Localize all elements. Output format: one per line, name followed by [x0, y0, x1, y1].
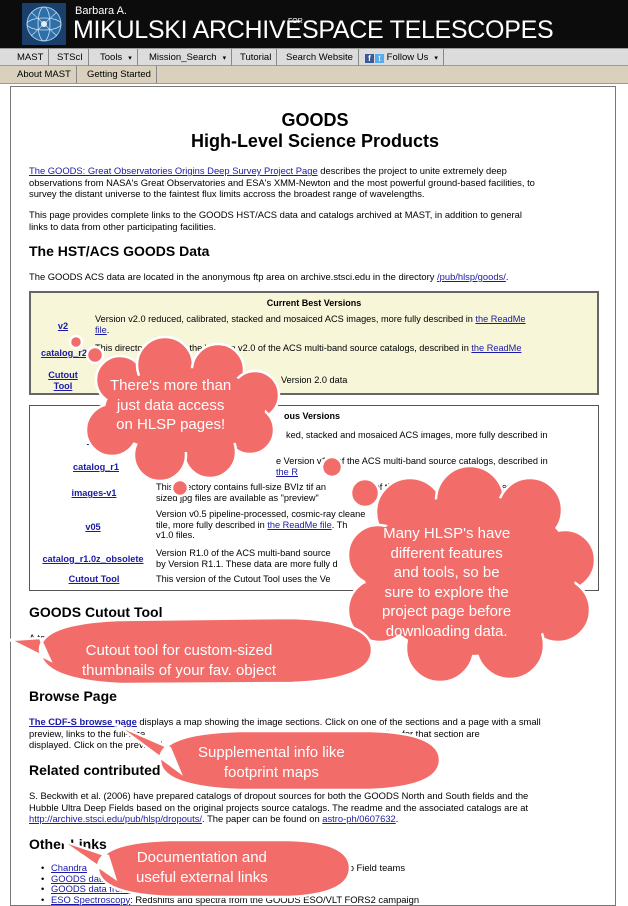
- catalog-r1-link[interactable]: catalog_r1: [66, 462, 126, 473]
- catalog-r1-0z-description: Version R1.0 of the ACS multi-band sourc…: [156, 548, 504, 569]
- facebook-icon: f: [365, 54, 374, 63]
- v05-link[interactable]: v05: [78, 522, 108, 533]
- callout-text-hlsp-pages: There's more than just data access on HLSP…: [110, 377, 232, 433]
- eso-spectroscopy-link[interactable]: ESO Spectroscopy: [51, 894, 130, 905]
- callout-text-external-links: Documentation and useful external links: [136, 849, 268, 886]
- v2-readme-link[interactable]: the ReadMe: [475, 314, 525, 324]
- nav-mission-search-dropdown[interactable]: Mission_Search ▾: [144, 49, 233, 66]
- catalog-r2-description: This directory contains the Version v2.0…: [95, 343, 522, 353]
- nav-follow-us-dropdown[interactable]: ft Follow Us ▾: [360, 49, 444, 66]
- banner-space-telescopes: SPACE TELESCOPES: [302, 16, 554, 44]
- catalog-r1-description: e Version v1.0 of the ACS multi-band sou…: [276, 456, 548, 477]
- intro-paragraph: The GOODS: Great Observatories Origins D…: [29, 165, 535, 199]
- banner-archive-name: MIKULSKI ARCHIVE: [73, 16, 302, 44]
- nav-about-mast[interactable]: About MAST: [12, 66, 77, 83]
- heading-cutout-tool: GOODS Cutout Tool: [29, 604, 163, 620]
- chevron-down-icon: ▾: [222, 55, 227, 62]
- links-paragraph: This page provides complete links to the…: [29, 209, 522, 232]
- catalog-r2-readme-link[interactable]: the ReadMe: [471, 343, 521, 353]
- cutout-tool-v2-desc-end: Version 2.0 data: [281, 375, 348, 385]
- goods-ftp-directory-link[interactable]: /pub/hlsp/goods/: [437, 271, 506, 282]
- v1-description: ked, stacked and mosaiced ACS images, mo…: [286, 430, 548, 440]
- v2-link[interactable]: v2: [43, 321, 83, 332]
- banner-for-text: FOR: [288, 18, 303, 25]
- catalog-r2-link[interactable]: catalog_r2: [33, 348, 95, 359]
- nav-search-website[interactable]: Search Website: [281, 49, 359, 66]
- nav-tools-dropdown[interactable]: Tools ▾: [95, 49, 138, 66]
- callout-text-features-tools: Many HLSP's have different features and to…: [382, 525, 512, 640]
- heading-other-links: Other Links: [29, 836, 107, 852]
- images-v1-link[interactable]: images-v1: [60, 488, 128, 499]
- current-versions-title: Current Best Versions: [266, 298, 362, 308]
- catalog-r1-0z-obsolete-link[interactable]: catalog_r1.0z_obsolete: [34, 554, 152, 565]
- related-paragraph: S. Beckwith et al. (2006) have prepared …: [29, 790, 529, 824]
- v2-description: Version v2.0 reduced, calibrated, stacke…: [95, 314, 526, 335]
- cutout-tool-v1-link[interactable]: Cutout Tool: [64, 574, 124, 585]
- archive-banner[interactable]: Barbara A. MIKULSKI ARCHIVE FOR SPACE TE…: [0, 0, 628, 48]
- heading-related-contributed: Related contributed: [29, 762, 161, 778]
- nav-getting-started[interactable]: Getting Started: [82, 66, 157, 83]
- cutout-tool-v2-link[interactable]: Cutout Tool: [39, 370, 87, 391]
- callout-text-cutout-tool: Cutout tool for custom-sized thumbnails o…: [82, 642, 276, 679]
- content-frame: GOODS High-Level Science Products The GO…: [10, 86, 616, 906]
- secondary-nav: About MAST Getting Started: [0, 66, 628, 84]
- astro-ph-paper-link[interactable]: astro-ph/0607632: [322, 813, 396, 824]
- v2-readme-file-link[interactable]: file: [95, 325, 107, 335]
- cdfs-browse-page-link[interactable]: The CDF-S browse page: [29, 716, 137, 727]
- cutout-tool-v2-desc-start: Th: [95, 375, 106, 385]
- images-v1-description: This directory contains full-size BVIz t…: [156, 482, 510, 503]
- v05-description: Version v0.5 pipeline-processed, cosmic-…: [156, 509, 366, 540]
- page-subtitle: High-Level Science Products: [190, 131, 440, 151]
- chevron-down-icon: ▾: [434, 55, 438, 62]
- callout-text-footprint-maps: Supplemental info like footprint maps: [198, 744, 345, 781]
- v1-link[interactable]: v1: [84, 435, 100, 446]
- previous-versions-title: ous Versions: [284, 411, 341, 421]
- cutout-tool-v1-description: This version of the Cutout Tool uses the…: [156, 574, 331, 584]
- hst-directory-paragraph: The GOODS ACS data are located in the an…: [29, 271, 509, 282]
- catalog-r1-readme-link[interactable]: the R: [276, 467, 298, 477]
- v05-readme-link[interactable]: the ReadMe file: [267, 520, 331, 530]
- chevron-down-icon: ▾: [128, 55, 132, 62]
- heading-hst-acs-data: The HST/ACS GOODS Data: [29, 243, 210, 259]
- list-item: ESO Spectroscopy: Redshifts and spectra …: [41, 894, 419, 906]
- nav-mast[interactable]: MAST: [12, 49, 50, 66]
- chandra-link[interactable]: Chandra: [51, 862, 87, 873]
- nav-tutorial[interactable]: Tutorial: [235, 49, 278, 66]
- heading-browse-page: Browse Page: [29, 688, 117, 704]
- goods-data-link[interactable]: GOODS data: [51, 873, 107, 884]
- dropouts-directory-link[interactable]: http://archive.stsci.edu/pub/hlsp/dropou…: [29, 813, 202, 824]
- mast-logo-icon: [22, 3, 66, 45]
- page-title: GOODS: [281, 110, 349, 130]
- nav-stsci[interactable]: STScI: [52, 49, 89, 66]
- twitter-icon: t: [375, 54, 384, 63]
- primary-nav: MAST STScI Tools ▾ Mission_Search ▾ Tutori…: [0, 48, 628, 66]
- goods-project-page-link[interactable]: The GOODS: Great Observatories Origins D…: [29, 165, 318, 176]
